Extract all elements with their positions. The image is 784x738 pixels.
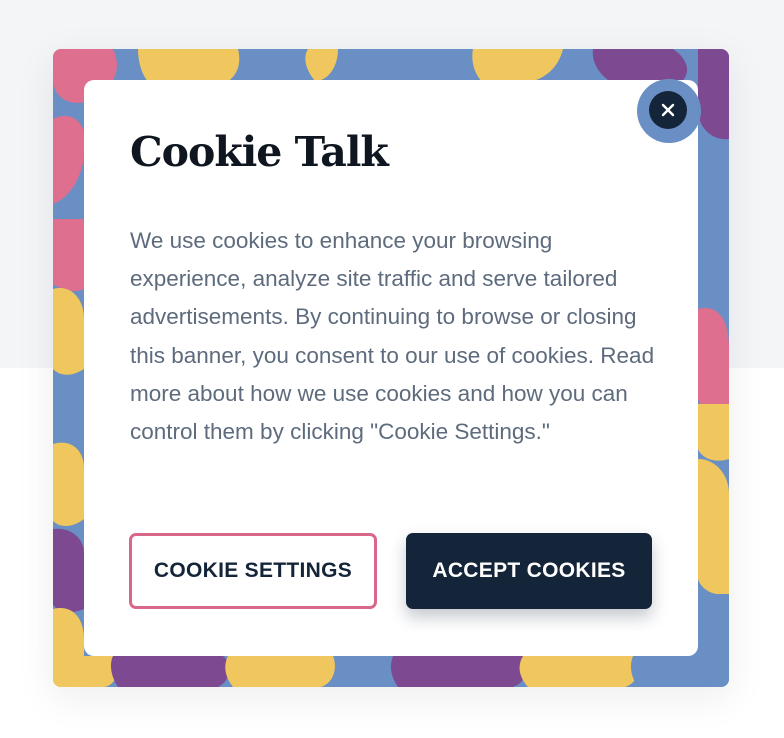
- accept-cookies-button[interactable]: ACCEPT COOKIES: [406, 533, 652, 609]
- dialog-title: Cookie Talk: [130, 128, 389, 176]
- cookie-settings-button[interactable]: COOKIE SETTINGS: [129, 533, 377, 609]
- close-icon: [661, 103, 675, 117]
- close-button[interactable]: [649, 91, 687, 129]
- cookie-notice-text: We use cookies to enhance your browsing …: [130, 228, 655, 445]
